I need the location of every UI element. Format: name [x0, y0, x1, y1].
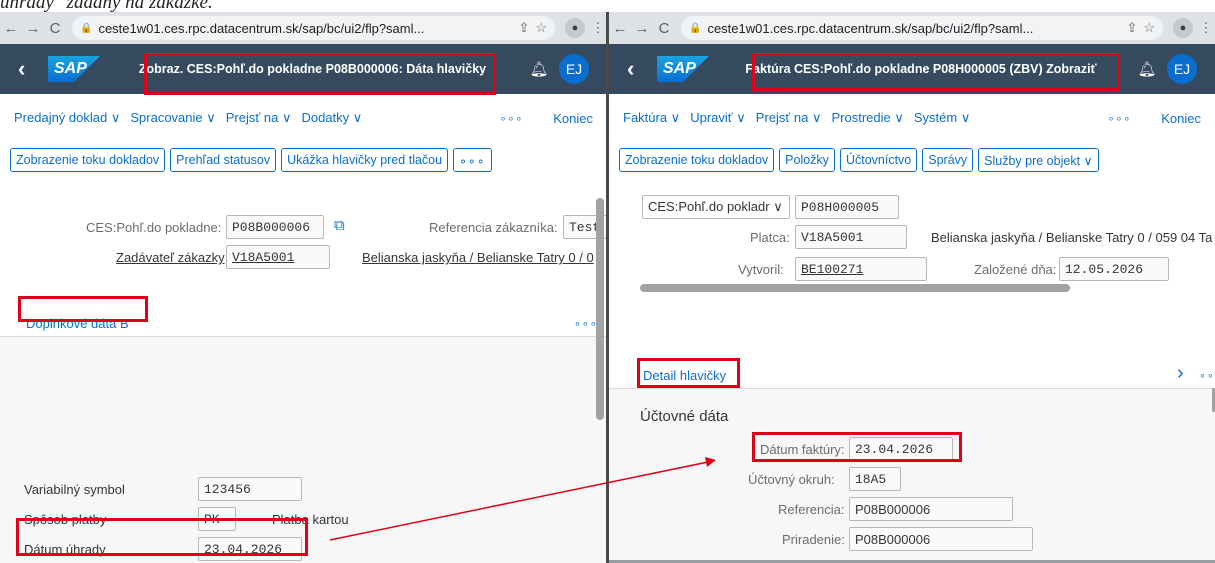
connector-arrow [329, 457, 716, 541]
